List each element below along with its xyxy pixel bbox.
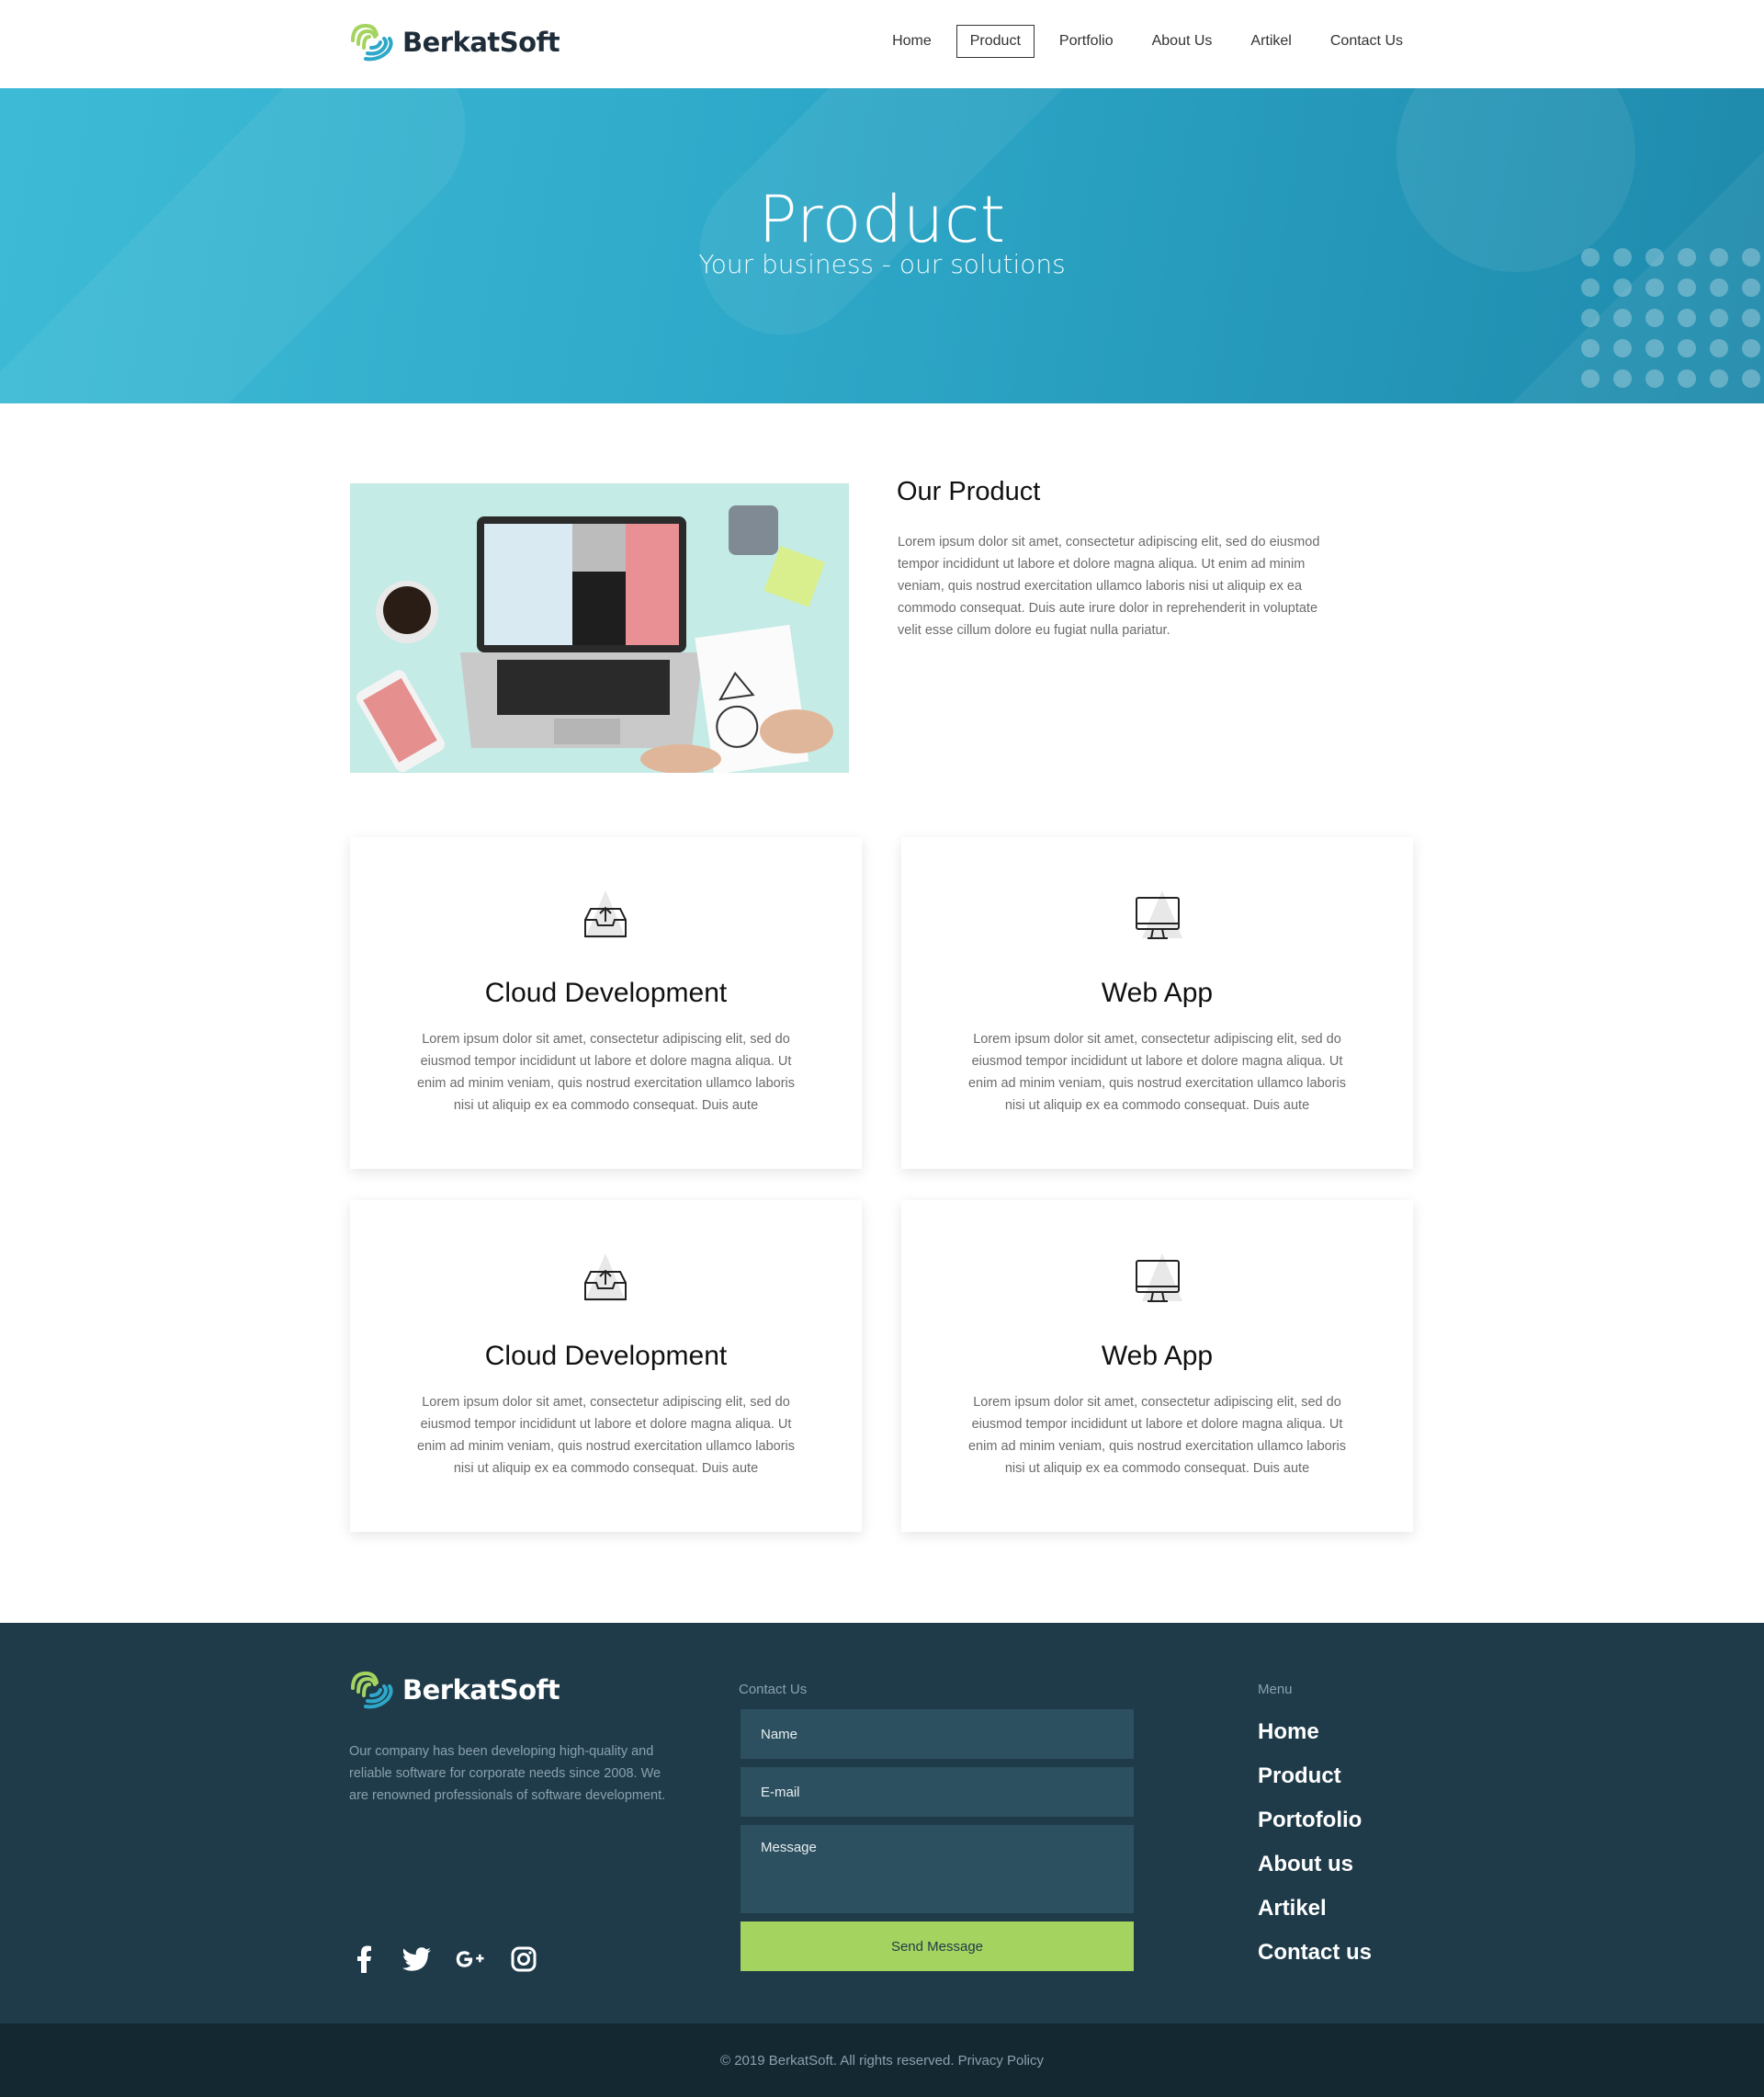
twitter-icon[interactable]	[402, 1944, 432, 1974]
footer-menu-about-us[interactable]: About us	[1258, 1851, 1372, 1895]
service-card: Cloud Development Lorem ipsum dolor sit …	[350, 837, 862, 1169]
footer-menu: Home Product Portofolio About us Artikel…	[1258, 1718, 1372, 1983]
company-description: Our company has been developing high-qua…	[349, 1744, 666, 1803]
main-nav: Home Product Portfolio About Us Artikel …	[867, 25, 1417, 58]
card-title: Web App	[1101, 978, 1214, 1008]
nav-product[interactable]: Product	[956, 25, 1035, 58]
monitor-icon	[1136, 890, 1182, 939]
laptop-workspace-image	[350, 483, 849, 773]
service-card: Web App Lorem ipsum dolor sit amet, cons…	[901, 1200, 1413, 1532]
card-text: Lorem ipsum dolor sit amet, consectetur …	[967, 1395, 1346, 1476]
brand-logo[interactable]: BerkatSoft	[347, 20, 560, 64]
monitor-icon	[1136, 1253, 1182, 1302]
page-title: Product	[758, 182, 1006, 257]
service-card: Web App Lorem ipsum dolor sit amet, cons…	[901, 837, 1413, 1169]
facebook-icon[interactable]	[349, 1944, 379, 1974]
social-links	[349, 1944, 538, 1974]
nav-portfolio[interactable]: Portfolio	[1046, 25, 1127, 58]
cloud-upload-icon	[584, 890, 627, 938]
brand-name: BerkatSoft	[402, 27, 560, 58]
instagram-icon[interactable]	[509, 1944, 538, 1974]
email-field[interactable]: E-mail	[741, 1767, 1134, 1817]
cloud-upload-icon	[584, 1253, 627, 1301]
copyright-text: © 2019 BerkatSoft. All rights reserved. …	[719, 2052, 1045, 2069]
card-title: Cloud Development	[484, 1341, 728, 1371]
footer-brand-logo[interactable]: BerkatSoft	[347, 1668, 560, 1712]
card-title: Web App	[1101, 1341, 1214, 1371]
page-subtitle: Your business - our solutions	[698, 249, 1066, 279]
name-field[interactable]: Name	[741, 1709, 1134, 1759]
site-footer: BerkatSoft Our company has been developi…	[0, 1623, 1764, 2023]
footer-menu-artikel[interactable]: Artikel	[1258, 1895, 1372, 1939]
nav-contact-us[interactable]: Contact Us	[1317, 25, 1417, 58]
contact-form-label: Contact Us	[739, 1682, 808, 1697]
footer-menu-product[interactable]: Product	[1258, 1763, 1372, 1807]
card-text: Lorem ipsum dolor sit amet, consectetur …	[416, 1032, 795, 1113]
nav-about-us[interactable]: About Us	[1138, 25, 1227, 58]
site-header: BerkatSoft Home Product Portfolio About …	[0, 0, 1764, 88]
send-message-button[interactable]: Send Message	[741, 1921, 1134, 1971]
footer-menu-portofolio[interactable]: Portofolio	[1258, 1807, 1372, 1851]
hero-banner: Product Your business - our solutions	[0, 88, 1764, 403]
google-plus-icon[interactable]	[456, 1944, 485, 1974]
card-text: Lorem ipsum dolor sit amet, consectetur …	[967, 1032, 1346, 1113]
card-text: Lorem ipsum dolor sit amet, consectetur …	[416, 1395, 795, 1476]
card-title: Cloud Development	[484, 978, 728, 1008]
footer-menu-home[interactable]: Home	[1258, 1718, 1372, 1763]
section-title: Our Product	[897, 477, 1041, 506]
footer-brand-name: BerkatSoft	[402, 1674, 560, 1706]
nav-artikel[interactable]: Artikel	[1237, 25, 1305, 58]
message-field[interactable]: Message	[741, 1825, 1134, 1913]
footer-menu-contact-us[interactable]: Contact us	[1258, 1939, 1372, 1983]
copyright-bar: © 2019 BerkatSoft. All rights reserved. …	[0, 2023, 1764, 2097]
brand-logo-mark	[351, 1671, 393, 1709]
nav-home[interactable]: Home	[878, 25, 945, 58]
section-text: Lorem ipsum dolor sit amet, consectetur …	[898, 535, 1320, 638]
footer-menu-label: Menu	[1258, 1682, 1293, 1697]
brand-logo-mark	[351, 23, 393, 62]
service-card: Cloud Development Lorem ipsum dolor sit …	[350, 1200, 862, 1532]
laptop-workspace-photo	[350, 483, 849, 773]
